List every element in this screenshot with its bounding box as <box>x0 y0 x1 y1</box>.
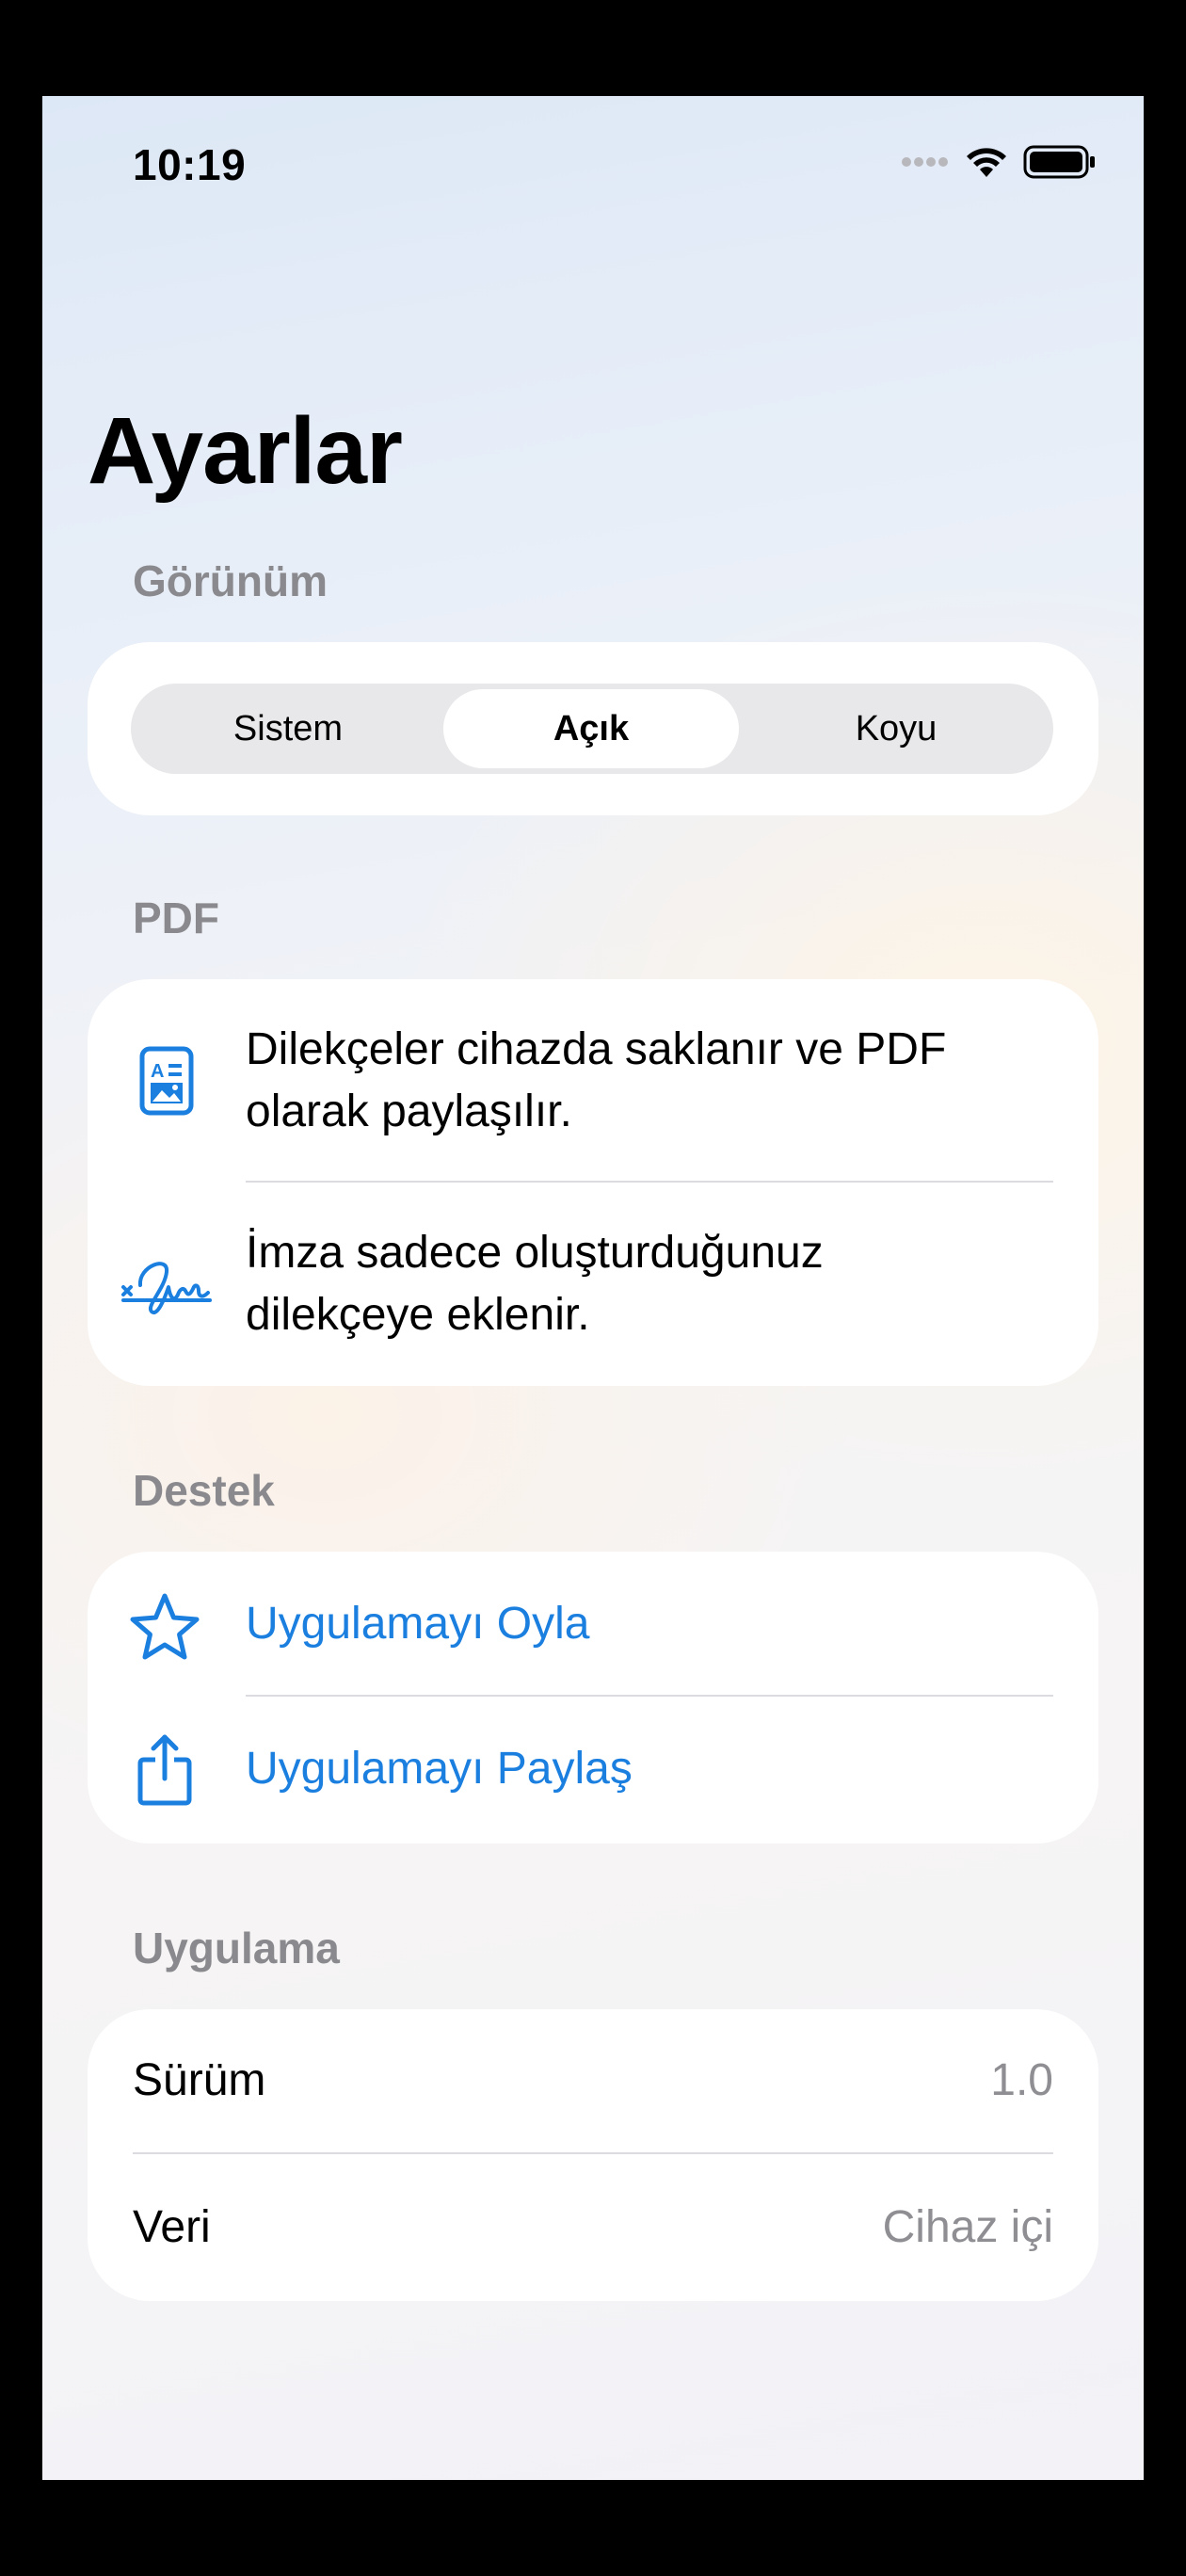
pdf-card: A Dilekçeler cihazda saklanır ve PDF ola… <box>88 979 1098 1386</box>
data-value: Cihaz içi <box>882 2202 1053 2252</box>
rate-app-label[interactable]: Uygulamayı Oyla <box>246 1593 589 1655</box>
svg-text:A: A <box>151 1061 164 1082</box>
version-row: Sürüm 1.0 <box>88 2009 1098 2154</box>
section-header-app: Uygulama <box>133 1924 340 1972</box>
wifi-icon <box>967 148 1006 177</box>
app-info-card: Sürüm 1.0 Veri Cihaz içi <box>88 2009 1098 2301</box>
settings-screen: 10:19 Ayarlar Görünüm Sistem Açık Koyu P… <box>42 96 1144 2480</box>
status-icons <box>901 145 1097 179</box>
signature-text-line1: İmza sadece oluşturduğunuz <box>246 1228 824 1278</box>
pdf-storage-text-line2: olarak paylaşılır. <box>246 1087 572 1136</box>
share-app-label[interactable]: Uygulamayı Paylaş <box>246 1738 633 1800</box>
data-label: Veri <box>133 2202 211 2252</box>
signature-info-row: İmza sadece oluşturduğunuz dilekçeye ekl… <box>88 1183 1098 1386</box>
pdf-storage-text-line1: Dilekçeler cihazda saklanır ve PDF <box>246 1024 947 1074</box>
share-app-row[interactable]: Uygulamayı Paylaş <box>88 1697 1098 1843</box>
cellular-signal-icon <box>902 157 948 167</box>
segment-system[interactable]: Sistem <box>140 689 436 768</box>
share-icon <box>131 1729 199 1810</box>
battery-icon <box>1023 145 1095 179</box>
support-card: Uygulamayı Oyla Uygulamayı Paylaş <box>88 1552 1098 1843</box>
signature-text-line2: dilekçeye eklenir. <box>246 1290 590 1340</box>
version-label: Sürüm <box>133 2055 266 2105</box>
document-icon: A <box>131 1041 202 1120</box>
status-time: 10:19 <box>133 140 247 189</box>
version-value: 1.0 <box>990 2055 1053 2105</box>
signature-icon <box>120 1241 214 1326</box>
page-title: Ayarlar <box>88 398 403 504</box>
segment-light[interactable]: Açık <box>443 689 739 768</box>
data-row: Veri Cihaz içi <box>88 2154 1098 2301</box>
section-header-pdf: PDF <box>133 894 219 942</box>
section-header-support: Destek <box>133 1466 275 1515</box>
appearance-card: Sistem Açık Koyu <box>88 642 1098 815</box>
section-header-appearance: Görünüm <box>133 556 328 605</box>
segment-dark[interactable]: Koyu <box>748 689 1044 768</box>
appearance-segmented-control: Sistem Açık Koyu <box>131 684 1053 774</box>
rate-app-row[interactable]: Uygulamayı Oyla <box>88 1552 1098 1697</box>
pdf-info-row: A Dilekçeler cihazda saklanır ve PDF ola… <box>88 979 1098 1183</box>
star-icon <box>127 1589 202 1665</box>
